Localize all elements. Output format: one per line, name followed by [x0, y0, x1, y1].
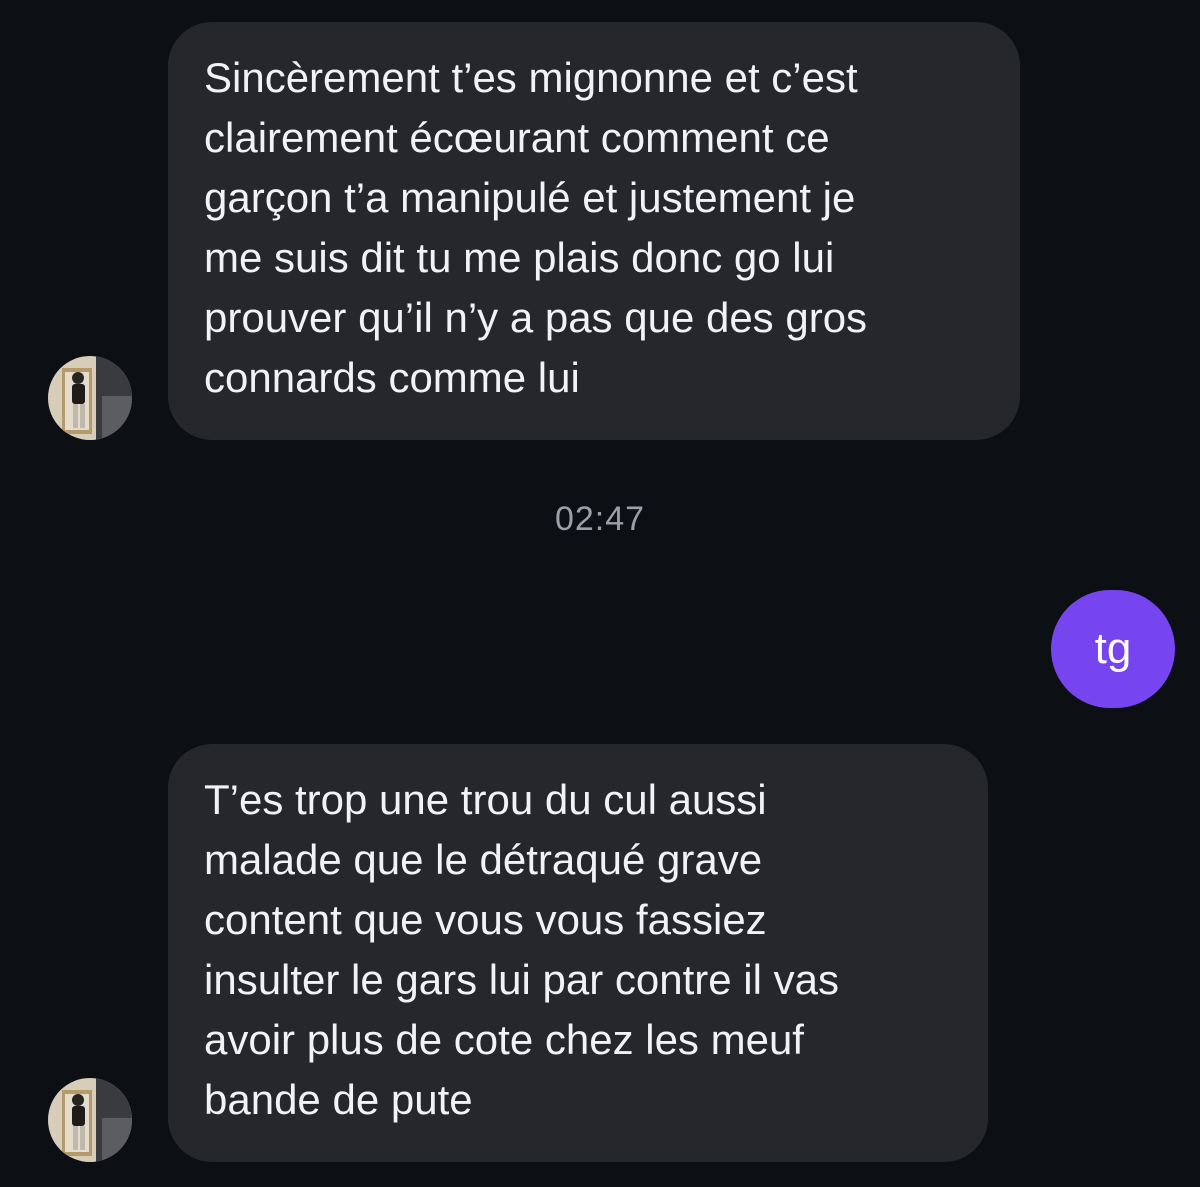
contact-avatar[interactable]	[48, 1078, 132, 1162]
dm-conversation: Sincèrement t’es mignonne et c’est clair…	[0, 0, 1200, 1187]
contact-avatar[interactable]	[48, 356, 132, 440]
incoming-message-bubble[interactable]: Sincèrement t’es mignonne et c’est clair…	[168, 22, 1020, 440]
outgoing-message-text: tg	[1094, 624, 1132, 673]
message-timestamp: 02:47	[554, 500, 646, 538]
outgoing-message-bubble[interactable]: tg	[1051, 590, 1175, 708]
incoming-message-bubble[interactable]: T’es trop une trou du cul aussi malade q…	[168, 744, 988, 1162]
avatar-photo-icon	[48, 1078, 132, 1162]
avatar-photo-icon	[48, 356, 132, 440]
